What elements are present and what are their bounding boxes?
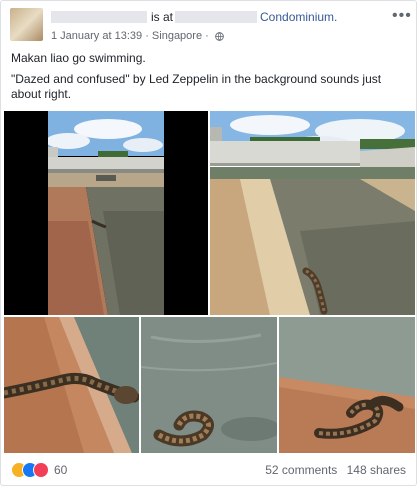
post-text-line-2: "Dazed and confused" by Led Zeppelin in … <box>11 72 382 101</box>
post-meta: 1 January at 13:39 · Singapore · <box>51 30 224 42</box>
python-closeup-1 <box>4 317 139 453</box>
photo-5[interactable] <box>279 317 415 453</box>
love-reaction-icon <box>33 462 49 478</box>
post-place[interactable]: Singapore <box>152 30 202 42</box>
photo-4[interactable] <box>141 317 277 453</box>
post-card: is at Condominium. 1 January at 13:39 · … <box>0 0 417 486</box>
photo-1-frame <box>48 111 164 315</box>
reaction-count[interactable]: 60 <box>54 463 67 477</box>
avatar[interactable] <box>10 8 43 41</box>
meta-separator-2: · <box>205 30 209 43</box>
location-name-redacted[interactable] <box>175 11 257 23</box>
location-link[interactable]: Condominium. <box>260 10 337 24</box>
post-date[interactable]: 1 January at 13:39 <box>51 30 142 42</box>
post-body: Makan liao go swimming. "Dazed and confu… <box>11 51 409 108</box>
python-closeup-3 <box>279 317 415 453</box>
canal-scene-2 <box>210 111 415 315</box>
engagement-stats: 52 comments 148 shares <box>259 463 406 477</box>
photo-3[interactable] <box>4 317 139 453</box>
comments-count[interactable]: 52 comments <box>265 463 337 477</box>
globe-icon[interactable] <box>215 31 224 41</box>
photo-2[interactable] <box>210 111 415 315</box>
author-name-redacted[interactable] <box>51 11 147 23</box>
more-options-icon[interactable]: ••• <box>392 7 412 25</box>
post-text-line-1: Makan liao go swimming. <box>11 51 146 65</box>
shares-count[interactable]: 148 shares <box>347 463 406 477</box>
meta-separator: · <box>145 30 149 43</box>
at-text: is at <box>151 10 174 24</box>
canal-scene-1 <box>48 111 164 315</box>
python-closeup-2 <box>141 317 277 453</box>
photo-1[interactable] <box>4 111 208 315</box>
